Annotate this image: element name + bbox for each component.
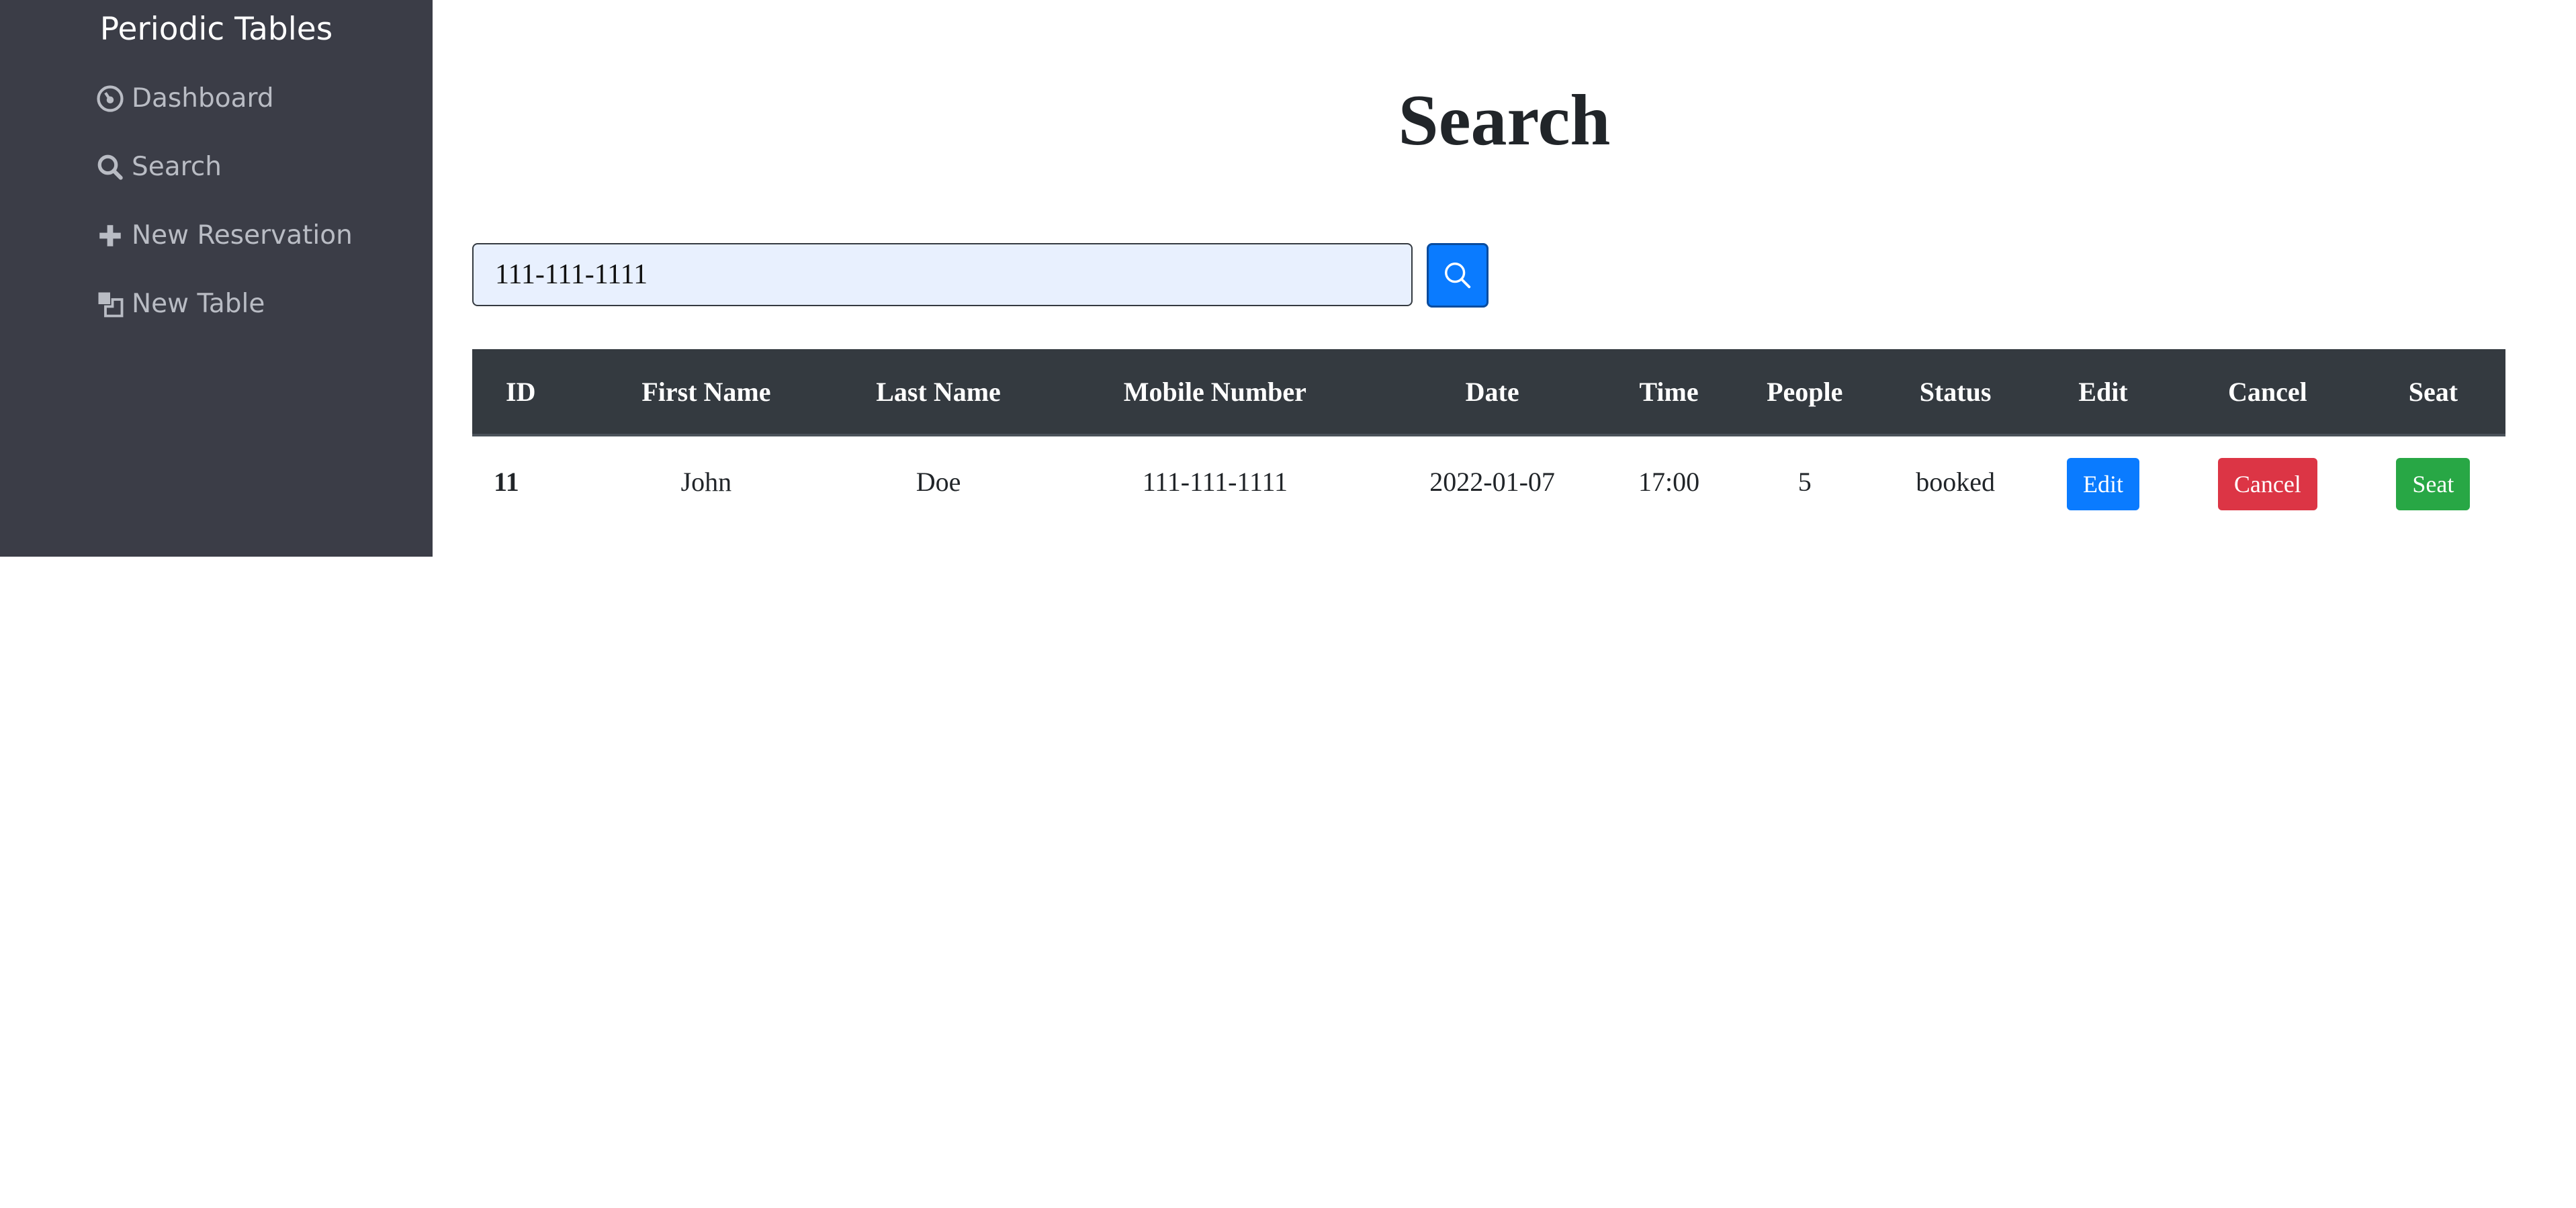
sidebar-item-search[interactable]: Search	[95, 152, 222, 182]
sidebar-item-label: Search	[132, 152, 222, 182]
column-header-cancel: Cancel	[2174, 349, 2361, 436]
sidebar-item-new-reservation[interactable]: New Reservation	[95, 220, 353, 250]
column-header-id: ID	[472, 349, 588, 436]
cancel-button[interactable]: Cancel	[2217, 458, 2317, 510]
edit-button[interactable]: Edit	[2066, 458, 2139, 510]
cell-mobile-number: 111-111-1111	[1142, 466, 1288, 497]
seat-button[interactable]: Seat	[2396, 458, 2471, 510]
cell-id: 11	[494, 466, 519, 497]
column-header-last-name: Last Name	[824, 349, 1053, 436]
table-header-row: ID First Name Last Name Mobile Number Da…	[472, 349, 2505, 436]
cell-date: 2022-01-07	[1429, 466, 1555, 497]
page-title: Search	[1398, 81, 1611, 160]
brand-title[interactable]: Periodic Tables	[0, 11, 433, 48]
search-input[interactable]	[472, 243, 1413, 306]
cell-status: booked	[1916, 466, 1995, 497]
sidebar-item-dashboard[interactable]: Dashboard	[95, 83, 274, 113]
sidebar-item-label: New Table	[132, 289, 265, 319]
column-header-date: Date	[1377, 349, 1607, 436]
search-icon	[1442, 260, 1473, 291]
dashboard-icon	[95, 84, 125, 113]
column-header-status: Status	[1879, 349, 2033, 436]
column-header-edit: Edit	[2032, 349, 2174, 436]
cell-people: 5	[1797, 466, 1812, 497]
cell-first-name: John	[680, 466, 732, 497]
sidebar-item-label: Dashboard	[132, 83, 274, 113]
column-header-mobile-number: Mobile Number	[1053, 349, 1378, 436]
search-button[interactable]	[1427, 243, 1489, 308]
reservations-table: ID First Name Last Name Mobile Number Da…	[472, 349, 2505, 526]
sidebar-item-new-table[interactable]: New Table	[95, 289, 265, 319]
sidebar: Periodic Tables Dashboard Search New Res…	[0, 0, 433, 557]
cell-time: 17:00	[1638, 466, 1700, 497]
table-row: 11 John Doe 111-111-1111 2022-01-07 17:0…	[472, 435, 2505, 526]
column-header-time: Time	[1607, 349, 1731, 436]
plus-icon	[95, 221, 125, 250]
cell-cancel: Cancel	[2174, 435, 2361, 526]
new-table-icon	[95, 289, 125, 319]
column-header-people: People	[1730, 349, 1879, 436]
column-header-seat: Seat	[2360, 349, 2505, 436]
search-icon	[95, 152, 125, 182]
cell-last-name: Doe	[916, 466, 961, 497]
sidebar-item-label: New Reservation	[132, 220, 353, 250]
column-header-first-name: First Name	[588, 349, 824, 436]
cell-edit: Edit	[2032, 435, 2174, 526]
cell-seat: Seat	[2361, 435, 2505, 526]
